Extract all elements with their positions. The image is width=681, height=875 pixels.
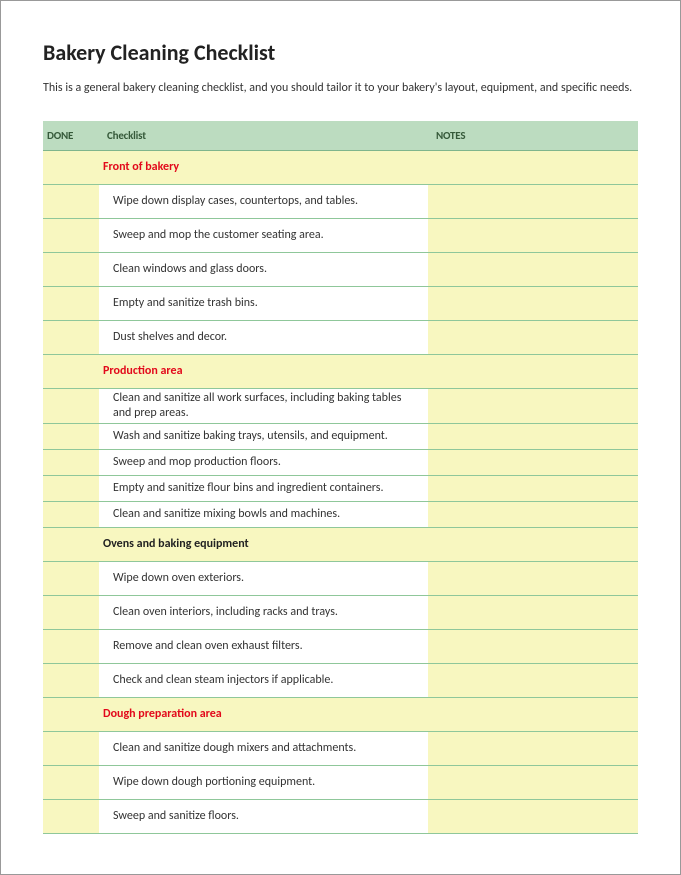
done-cell[interactable] <box>43 450 99 476</box>
done-cell <box>43 151 99 185</box>
table-row: Wash and sanitize baking trays, utensils… <box>43 424 638 450</box>
task-label: Clean and sanitize mixing bowls and mach… <box>99 502 428 528</box>
section-heading: Front of bakery <box>43 151 638 185</box>
table-row: Clean and sanitize all work surfaces, in… <box>43 389 638 424</box>
notes-cell <box>428 698 638 732</box>
notes-cell[interactable] <box>428 476 638 502</box>
checklist-table: DONE Checklist NOTES Front of bakeryWipe… <box>43 121 638 834</box>
table-row: Empty and sanitize trash bins. <box>43 287 638 321</box>
done-cell[interactable] <box>43 253 99 287</box>
table-row: Clean and sanitize dough mixers and atta… <box>43 732 638 766</box>
table-row: Empty and sanitize flour bins and ingred… <box>43 476 638 502</box>
done-cell[interactable] <box>43 732 99 766</box>
notes-cell[interactable] <box>428 502 638 528</box>
task-label: Clean oven interiors, including racks an… <box>99 596 428 630</box>
notes-cell[interactable] <box>428 219 638 253</box>
notes-cell[interactable] <box>428 664 638 698</box>
done-cell <box>43 355 99 389</box>
task-label: Sweep and mop production floors. <box>99 450 428 476</box>
done-cell[interactable] <box>43 424 99 450</box>
section-label: Production area <box>99 355 428 389</box>
notes-cell[interactable] <box>428 389 638 424</box>
section-heading: Ovens and baking equipment <box>43 528 638 562</box>
notes-cell[interactable] <box>428 596 638 630</box>
done-cell <box>43 528 99 562</box>
section-label: Ovens and baking equipment <box>99 528 428 562</box>
task-label: Clean windows and glass doors. <box>99 253 428 287</box>
section-heading: Dough preparation area <box>43 698 638 732</box>
notes-cell[interactable] <box>428 732 638 766</box>
done-cell[interactable] <box>43 766 99 800</box>
notes-cell[interactable] <box>428 800 638 834</box>
task-label: Wipe down dough portioning equipment. <box>99 766 428 800</box>
notes-cell[interactable] <box>428 253 638 287</box>
task-label: Wipe down display cases, countertops, an… <box>99 185 428 219</box>
table-row: Clean windows and glass doors. <box>43 253 638 287</box>
done-cell[interactable] <box>43 476 99 502</box>
notes-cell[interactable] <box>428 562 638 596</box>
table-row: Sweep and sanitize floors. <box>43 800 638 834</box>
section-heading: Production area <box>43 355 638 389</box>
table-row: Clean and sanitize mixing bowls and mach… <box>43 502 638 528</box>
task-label: Empty and sanitize flour bins and ingred… <box>99 476 428 502</box>
done-cell[interactable] <box>43 800 99 834</box>
done-cell[interactable] <box>43 502 99 528</box>
done-cell[interactable] <box>43 185 99 219</box>
document-page: Bakery Cleaning Checklist This is a gene… <box>0 0 681 875</box>
done-cell[interactable] <box>43 389 99 424</box>
notes-cell[interactable] <box>428 185 638 219</box>
table-row: Check and clean steam injectors if appli… <box>43 664 638 698</box>
col-checklist: Checklist <box>99 121 428 151</box>
notes-cell[interactable] <box>428 321 638 355</box>
task-label: Wash and sanitize baking trays, utensils… <box>99 424 428 450</box>
notes-cell[interactable] <box>428 287 638 321</box>
notes-cell <box>428 355 638 389</box>
done-cell[interactable] <box>43 219 99 253</box>
done-cell[interactable] <box>43 321 99 355</box>
page-title: Bakery Cleaning Checklist <box>43 39 638 66</box>
section-label: Front of bakery <box>99 151 428 185</box>
task-label: Sweep and mop the customer seating area. <box>99 219 428 253</box>
table-row: Wipe down dough portioning equipment. <box>43 766 638 800</box>
notes-cell <box>428 528 638 562</box>
table-row: Remove and clean oven exhaust filters. <box>43 630 638 664</box>
table-row: Sweep and mop the customer seating area. <box>43 219 638 253</box>
task-label: Empty and sanitize trash bins. <box>99 287 428 321</box>
intro-text: This is a general bakery cleaning checkl… <box>43 80 638 97</box>
task-label: Wipe down oven exteriors. <box>99 562 428 596</box>
task-label: Clean and sanitize dough mixers and atta… <box>99 732 428 766</box>
task-label: Clean and sanitize all work surfaces, in… <box>99 389 428 424</box>
notes-cell[interactable] <box>428 424 638 450</box>
task-label: Check and clean steam injectors if appli… <box>99 664 428 698</box>
task-label: Dust shelves and decor. <box>99 321 428 355</box>
table-row: Sweep and mop production floors. <box>43 450 638 476</box>
done-cell <box>43 698 99 732</box>
notes-cell[interactable] <box>428 766 638 800</box>
table-row: Wipe down oven exteriors. <box>43 562 638 596</box>
col-notes: NOTES <box>428 121 638 151</box>
section-label: Dough preparation area <box>99 698 428 732</box>
table-row: Dust shelves and decor. <box>43 321 638 355</box>
done-cell[interactable] <box>43 596 99 630</box>
table-row: Wipe down display cases, countertops, an… <box>43 185 638 219</box>
done-cell[interactable] <box>43 287 99 321</box>
done-cell[interactable] <box>43 664 99 698</box>
table-row: Clean oven interiors, including racks an… <box>43 596 638 630</box>
table-header-row: DONE Checklist NOTES <box>43 121 638 151</box>
notes-cell[interactable] <box>428 630 638 664</box>
col-done: DONE <box>43 121 99 151</box>
notes-cell <box>428 151 638 185</box>
notes-cell[interactable] <box>428 450 638 476</box>
done-cell[interactable] <box>43 630 99 664</box>
done-cell[interactable] <box>43 562 99 596</box>
task-label: Sweep and sanitize floors. <box>99 800 428 834</box>
task-label: Remove and clean oven exhaust filters. <box>99 630 428 664</box>
